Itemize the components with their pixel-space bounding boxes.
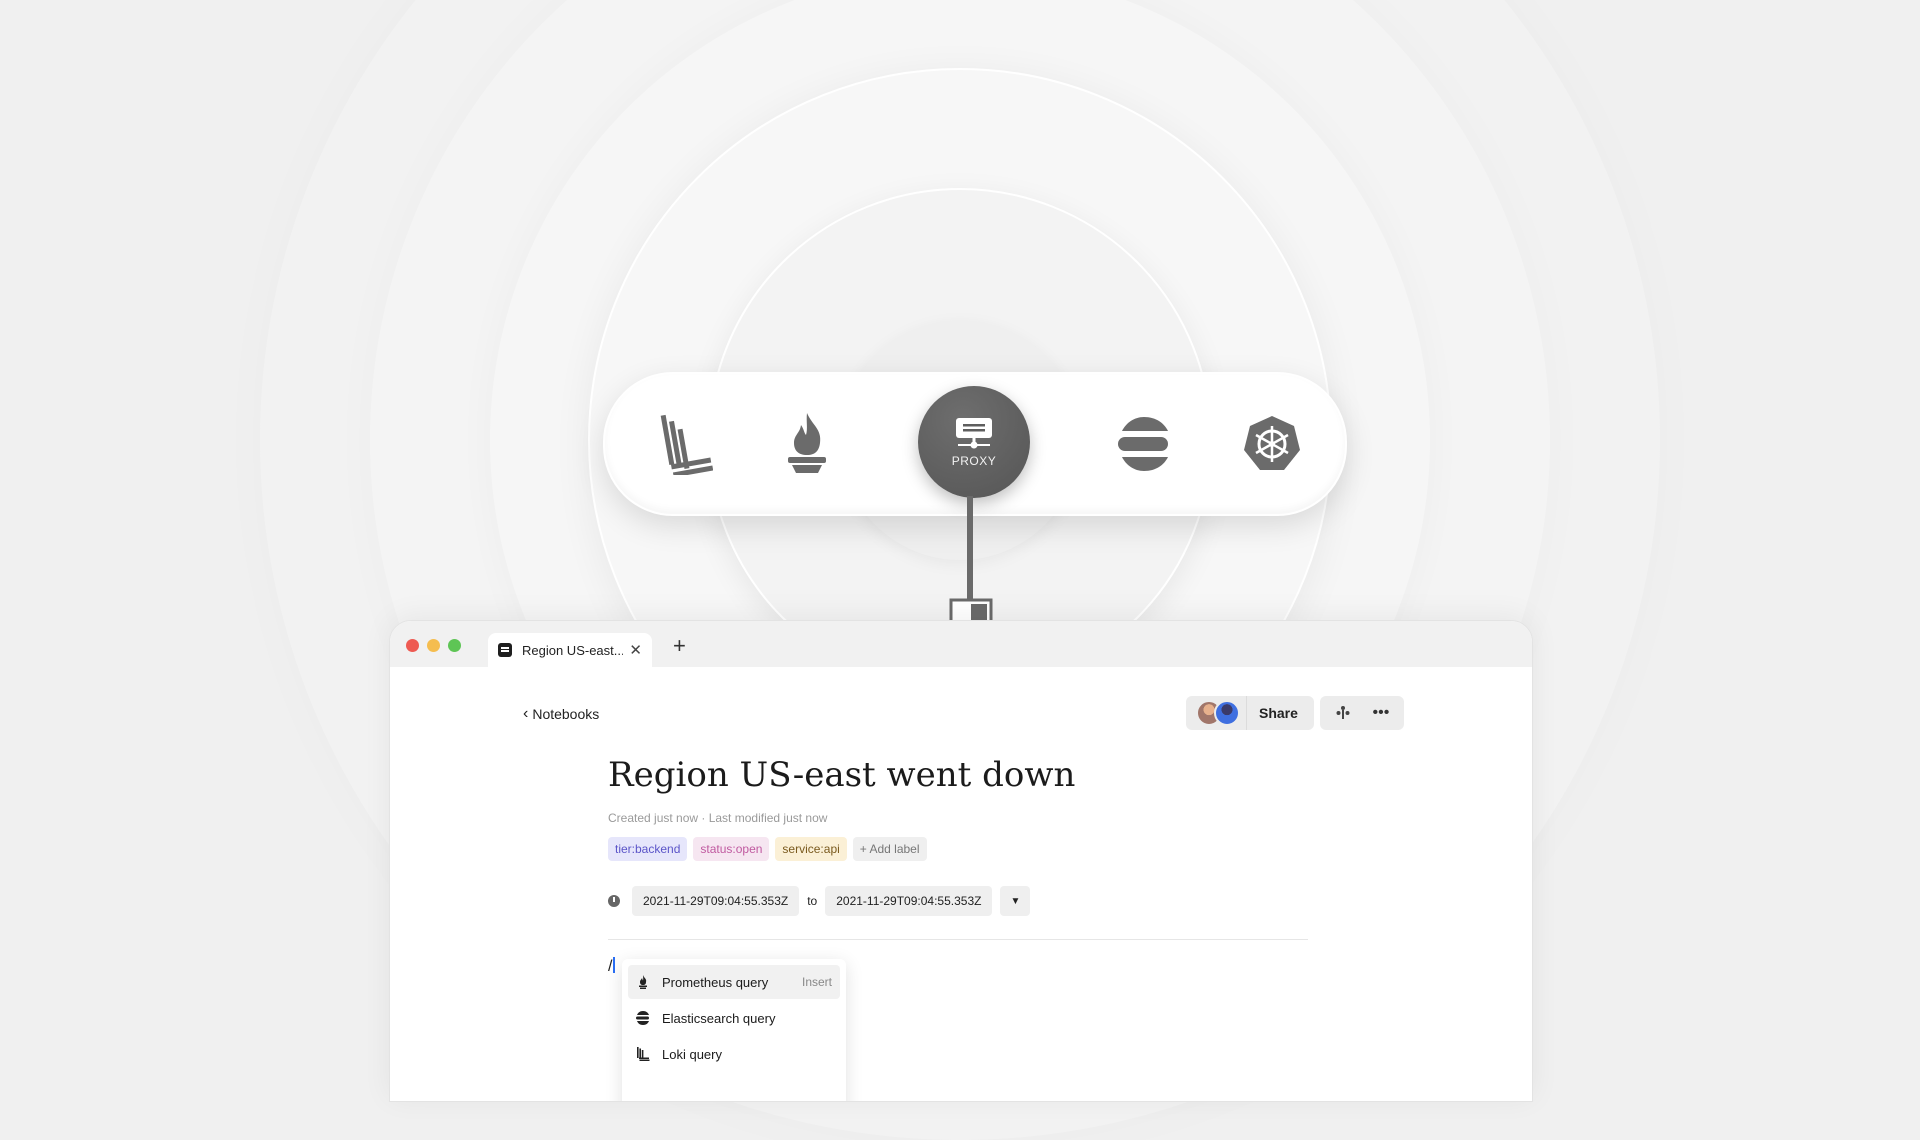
collaborator-avatars[interactable] bbox=[1190, 700, 1246, 726]
datasource-pill: PROXY bbox=[603, 372, 1347, 516]
loki-icon bbox=[645, 404, 725, 484]
menu-item-label: Prometheus query bbox=[662, 974, 769, 990]
editor-input[interactable]: / bbox=[608, 957, 616, 976]
label-tag[interactable]: tier:backend bbox=[608, 837, 688, 861]
editor-text: / bbox=[608, 958, 613, 975]
menu-item-elasticsearch-query[interactable]: Elasticsearch query bbox=[628, 1001, 840, 1035]
label-tag[interactable]: service:api bbox=[775, 837, 847, 861]
integrations-icon bbox=[1336, 706, 1350, 719]
proxy-node: PROXY bbox=[918, 386, 1030, 498]
time-from-input[interactable]: 2021-11-29T09:04:55.353Z bbox=[632, 886, 800, 916]
prometheus-icon bbox=[636, 975, 650, 989]
loki-icon bbox=[636, 1047, 650, 1061]
menu-item-prometheus-query[interactable]: Prometheus query Insert bbox=[628, 965, 840, 999]
text-caret bbox=[613, 957, 616, 973]
browser-window: Region US-east... ✕ + ‹ Notebooks Share bbox=[389, 620, 1533, 1102]
maximize-window-button[interactable] bbox=[448, 639, 461, 652]
new-tab-button[interactable]: + bbox=[673, 635, 686, 657]
add-label-button[interactable]: + Add label bbox=[852, 837, 927, 861]
share-button[interactable]: Share bbox=[1246, 696, 1310, 730]
avatar bbox=[1214, 700, 1240, 726]
proxy-server-icon bbox=[956, 418, 992, 449]
label-list: tier:backend status:open service:api + A… bbox=[608, 837, 927, 861]
slash-command-menu: Prometheus query Insert Elasticsearch qu… bbox=[622, 959, 846, 1101]
actions-group: ••• bbox=[1319, 696, 1404, 730]
menu-item-hint: Insert bbox=[801, 975, 832, 989]
menu-item-label: Elasticsearch query bbox=[662, 1010, 776, 1026]
notebook-toolbar: Share ••• bbox=[1186, 696, 1404, 730]
time-range-dropdown[interactable]: ▼ bbox=[1000, 886, 1031, 916]
browser-tab[interactable]: Region US-east... ✕ bbox=[488, 633, 652, 667]
page-title[interactable]: Region US-east went down bbox=[608, 755, 1075, 795]
caret-down-icon: ▼ bbox=[1010, 895, 1021, 907]
clock-icon bbox=[608, 895, 620, 907]
proxy-connector bbox=[967, 496, 973, 606]
menu-item-label: Loki query bbox=[662, 1046, 722, 1062]
label-tag[interactable]: status:open bbox=[693, 837, 770, 861]
back-to-notebooks-link[interactable]: ‹ Notebooks bbox=[523, 705, 599, 723]
integrations-button[interactable] bbox=[1324, 696, 1362, 730]
menu-item-loki-query[interactable]: Loki query bbox=[628, 1037, 840, 1071]
kubernetes-icon bbox=[1232, 404, 1312, 484]
time-range: 2021-11-29T09:04:55.353Z to 2021-11-29T0… bbox=[608, 886, 1031, 916]
elasticsearch-icon bbox=[1102, 404, 1182, 484]
divider bbox=[608, 939, 1308, 940]
prometheus-icon bbox=[767, 404, 847, 484]
time-to-input[interactable]: 2021-11-29T09:04:55.353Z bbox=[825, 886, 993, 916]
proxy-label: PROXY bbox=[951, 454, 997, 468]
close-window-button[interactable] bbox=[406, 639, 419, 652]
time-to-separator: to bbox=[807, 894, 818, 908]
notebook-icon bbox=[498, 643, 512, 657]
notebook-page: ‹ Notebooks Share ••• Region US-east wen… bbox=[390, 667, 1532, 1101]
notebook-meta: Created just now · Last modified just no… bbox=[608, 811, 828, 825]
elasticsearch-icon bbox=[636, 1011, 650, 1025]
close-tab-icon[interactable]: ✕ bbox=[629, 641, 642, 659]
back-link-label: Notebooks bbox=[532, 706, 600, 722]
more-options-button[interactable]: ••• bbox=[1362, 696, 1400, 730]
tab-title: Region US-east... bbox=[522, 642, 624, 658]
title-bar: Region US-east... ✕ + bbox=[390, 621, 1532, 667]
minimize-window-button[interactable] bbox=[427, 639, 440, 652]
share-group: Share bbox=[1186, 696, 1314, 730]
chevron-left-icon: ‹ bbox=[523, 705, 529, 722]
